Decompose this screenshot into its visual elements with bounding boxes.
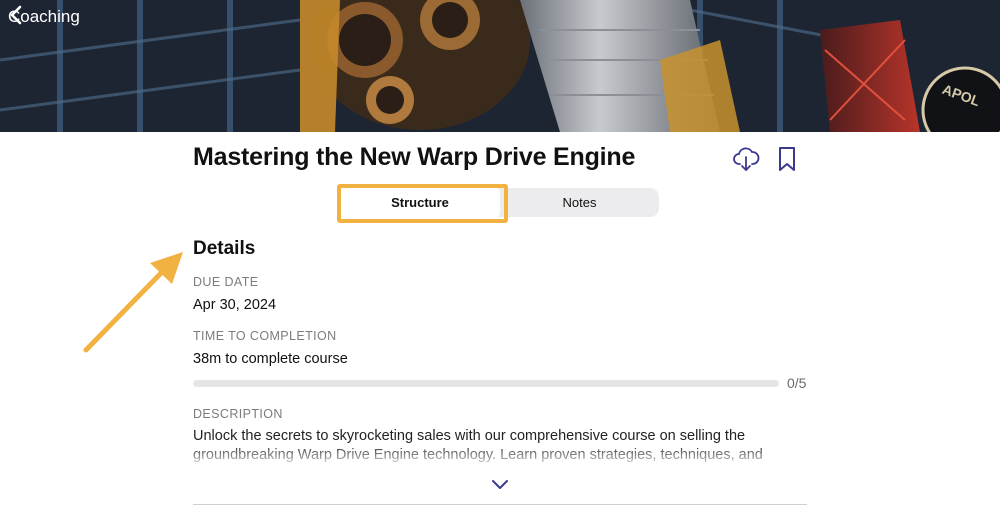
view-segmented-control: Structure Notes xyxy=(340,188,659,217)
bookmark-icon xyxy=(779,147,795,171)
due-date-label: DUE DATE xyxy=(193,275,259,289)
cloud-download-icon xyxy=(733,147,760,171)
hero-banner-image: APOL Coaching xyxy=(0,0,1000,132)
course-detail-panel: Mastering the New Warp Drive Engine Stru… xyxy=(0,132,1000,514)
page-title: Mastering the New Warp Drive Engine xyxy=(193,143,636,171)
time-suffix: to complete course xyxy=(221,351,348,367)
time-value: 38m xyxy=(193,351,222,367)
due-date-value: Apr 30, 2024 xyxy=(193,297,277,313)
time-to-completion-label: TIME TO COMPLETION xyxy=(193,329,337,343)
tab-structure[interactable]: Structure xyxy=(340,188,500,217)
course-progress-bar xyxy=(193,380,779,387)
back-button[interactable]: Coaching xyxy=(8,4,80,30)
divider xyxy=(193,504,807,505)
details-heading: Details xyxy=(193,238,256,259)
progress-count: 0/5 xyxy=(787,375,807,391)
time-to-completion-value: 38m to complete course xyxy=(193,351,348,367)
description-fade xyxy=(193,446,809,468)
chevron-down-icon xyxy=(492,480,508,489)
description-label: DESCRIPTION xyxy=(193,407,283,421)
bookmark-button[interactable] xyxy=(773,145,801,173)
expand-description-button[interactable] xyxy=(490,477,510,491)
chevron-left-icon xyxy=(10,5,22,25)
download-button[interactable] xyxy=(732,145,760,173)
hero-illustration: APOL xyxy=(0,0,1000,132)
tab-notes[interactable]: Notes xyxy=(500,188,659,217)
